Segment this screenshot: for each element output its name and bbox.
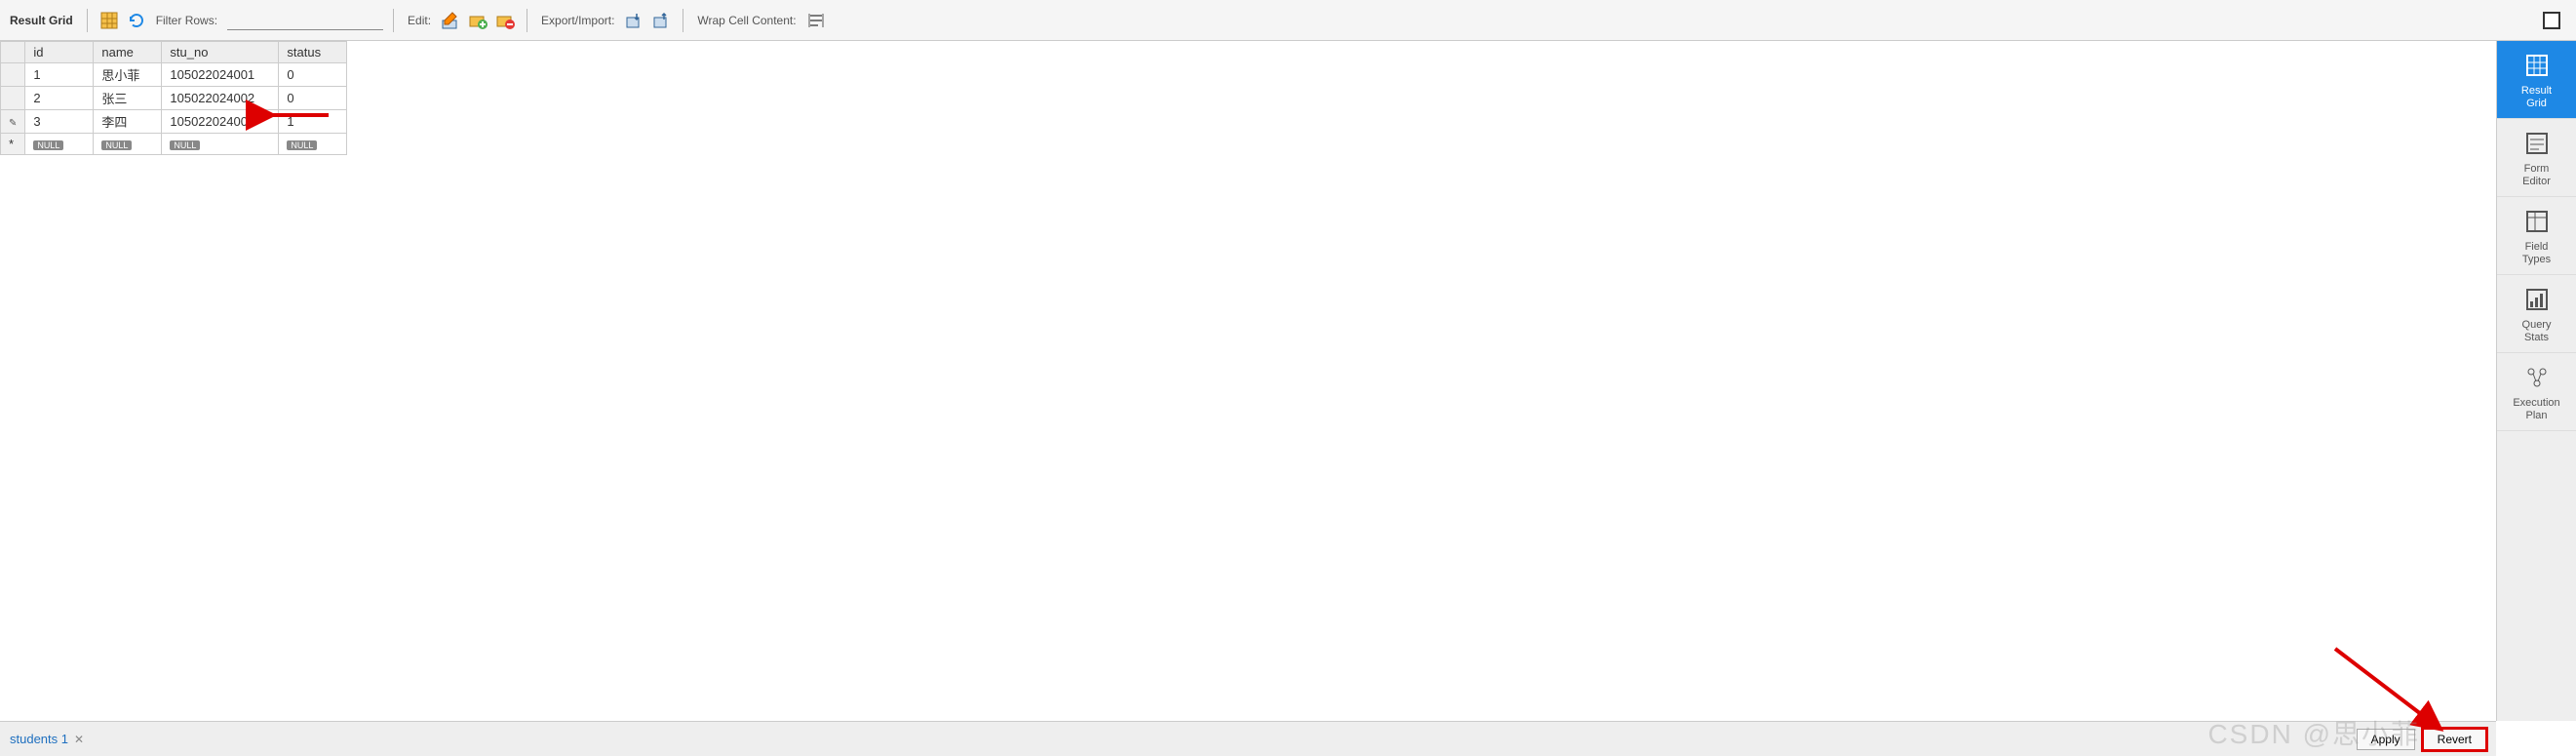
close-icon[interactable]: ✕	[74, 733, 84, 746]
side-tab-form[interactable]: FormEditor	[2497, 119, 2576, 197]
row-gutter: *	[1, 134, 25, 155]
plan-icon	[2521, 362, 2553, 393]
apply-button[interactable]: Apply	[2357, 729, 2415, 750]
table-cell[interactable]: 2	[25, 87, 94, 110]
column-header[interactable]: stu_no	[162, 42, 279, 63]
side-tab-stats[interactable]: QueryStats	[2497, 275, 2576, 353]
stats-icon	[2521, 284, 2553, 315]
filter-rows-label: Filter Rows:	[152, 14, 221, 27]
result-toolbar: Result Grid Filter Rows: Edit: Export/Im…	[0, 0, 2576, 41]
separator	[87, 9, 88, 32]
table-row[interactable]: 1思小菲1050220240010	[1, 63, 347, 87]
wrap-cell-icon[interactable]	[804, 9, 828, 32]
panel-toggle-icon[interactable]	[2543, 12, 2560, 29]
column-header[interactable]: status	[279, 42, 347, 63]
bottom-bar: students 1 ✕ Apply Revert	[0, 721, 2496, 756]
revert-button[interactable]: Revert	[2423, 729, 2486, 750]
edit-label: Edit:	[404, 14, 435, 27]
table-cell[interactable]: NULL	[25, 134, 94, 155]
import-icon[interactable]	[649, 9, 673, 32]
result-grid-label: Result Grid	[10, 14, 77, 27]
delete-row-icon[interactable]	[493, 9, 517, 32]
side-tab-grid[interactable]: ResultGrid	[2497, 41, 2576, 119]
side-tab-label: ResultGrid	[2521, 85, 2552, 108]
table-cell[interactable]: 0	[279, 63, 347, 87]
workspace: idnamestu_nostatus1思小菲10502202400102张三10…	[0, 41, 2576, 721]
column-header[interactable]: name	[94, 42, 162, 63]
export-icon[interactable]	[622, 9, 645, 32]
export-import-label: Export/Import:	[537, 14, 618, 27]
table-row[interactable]: 2张三1050220240020	[1, 87, 347, 110]
side-panel: ResultGrid FormEditor FieldTypes QueryStats…	[2496, 41, 2576, 721]
table-row[interactable]: ✎3李四1050220240031	[1, 110, 347, 134]
table-cell[interactable]: 105022024001	[162, 63, 279, 87]
table-cell[interactable]: 105022024003	[162, 110, 279, 134]
side-tab-label: ExecutionPlan	[2513, 397, 2559, 420]
table-cell[interactable]: 张三	[94, 87, 162, 110]
table-cell[interactable]: 思小菲	[94, 63, 162, 87]
table-row[interactable]: *NULLNULLNULLNULL	[1, 134, 347, 155]
row-gutter	[1, 87, 25, 110]
edit-row-icon[interactable]	[439, 9, 462, 32]
table-cell[interactable]: NULL	[162, 134, 279, 155]
row-gutter	[1, 63, 25, 87]
result-grid[interactable]: idnamestu_nostatus1思小菲10502202400102张三10…	[0, 41, 2496, 721]
fields-icon	[2521, 206, 2553, 237]
grid-icon	[2521, 50, 2553, 81]
table-cell[interactable]: NULL	[94, 134, 162, 155]
table-cell[interactable]: NULL	[279, 134, 347, 155]
column-header[interactable]: id	[25, 42, 94, 63]
add-row-icon[interactable]	[466, 9, 489, 32]
refresh-icon[interactable]	[125, 9, 148, 32]
table-cell[interactable]: 1	[25, 63, 94, 87]
result-tab[interactable]: students 1 ✕	[10, 732, 84, 746]
side-tab-label: QueryStats	[2522, 319, 2552, 342]
table-cell[interactable]: 李四	[94, 110, 162, 134]
side-tab-label: FormEditor	[2522, 163, 2551, 186]
separator	[393, 9, 394, 32]
result-tab-label: students 1	[10, 732, 68, 746]
filter-rows-input[interactable]	[227, 11, 383, 30]
wrap-cell-label: Wrap Cell Content:	[693, 14, 800, 27]
side-tab-label: FieldTypes	[2522, 241, 2551, 264]
row-gutter: ✎	[1, 110, 25, 134]
table-cell[interactable]: 0	[279, 87, 347, 110]
side-tab-fields[interactable]: FieldTypes	[2497, 197, 2576, 275]
table-cell[interactable]: 1	[279, 110, 347, 134]
side-tab-plan[interactable]: ExecutionPlan	[2497, 353, 2576, 431]
table-cell[interactable]: 105022024002	[162, 87, 279, 110]
grid-view-icon[interactable]	[98, 9, 121, 32]
form-icon	[2521, 128, 2553, 159]
row-gutter-header	[1, 42, 25, 63]
table-cell[interactable]: 3	[25, 110, 94, 134]
